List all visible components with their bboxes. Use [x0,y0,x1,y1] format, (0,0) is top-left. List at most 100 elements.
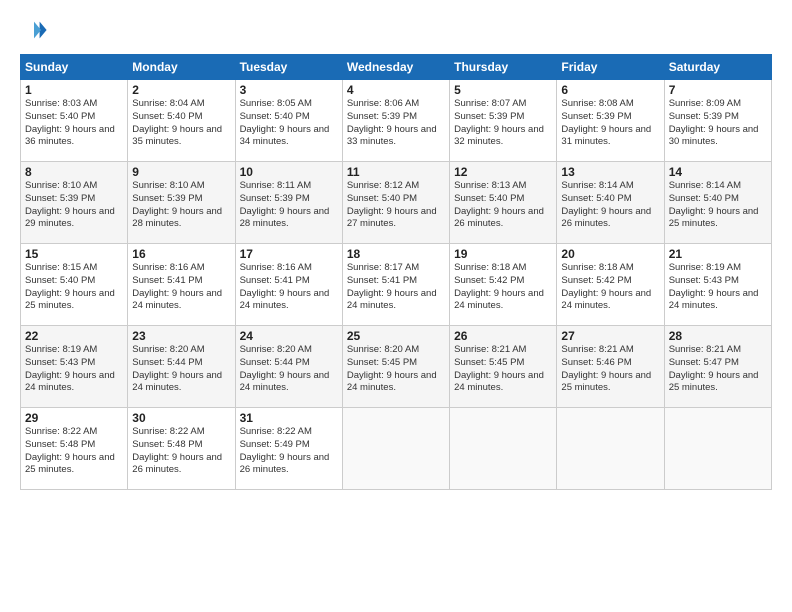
weekday-header-monday: Monday [128,55,235,80]
calendar-cell: 16 Sunrise: 8:16 AMSunset: 5:41 PMDaylig… [128,244,235,326]
day-info: Sunrise: 8:17 AMSunset: 5:41 PMDaylight:… [347,262,437,311]
calendar-cell: 23 Sunrise: 8:20 AMSunset: 5:44 PMDaylig… [128,326,235,408]
calendar-cell: 21 Sunrise: 8:19 AMSunset: 5:43 PMDaylig… [664,244,771,326]
weekday-header-wednesday: Wednesday [342,55,449,80]
day-number: 29 [25,411,123,425]
day-info: Sunrise: 8:19 AMSunset: 5:43 PMDaylight:… [25,344,115,393]
day-info: Sunrise: 8:18 AMSunset: 5:42 PMDaylight:… [561,262,651,311]
day-info: Sunrise: 8:08 AMSunset: 5:39 PMDaylight:… [561,98,651,147]
day-info: Sunrise: 8:15 AMSunset: 5:40 PMDaylight:… [25,262,115,311]
day-info: Sunrise: 8:22 AMSunset: 5:48 PMDaylight:… [132,426,222,475]
day-info: Sunrise: 8:21 AMSunset: 5:46 PMDaylight:… [561,344,651,393]
day-number: 21 [669,247,767,261]
calendar-week-5: 29 Sunrise: 8:22 AMSunset: 5:48 PMDaylig… [21,408,772,490]
calendar-cell: 25 Sunrise: 8:20 AMSunset: 5:45 PMDaylig… [342,326,449,408]
calendar-cell: 17 Sunrise: 8:16 AMSunset: 5:41 PMDaylig… [235,244,342,326]
day-number: 8 [25,165,123,179]
day-info: Sunrise: 8:16 AMSunset: 5:41 PMDaylight:… [240,262,330,311]
calendar-cell: 30 Sunrise: 8:22 AMSunset: 5:48 PMDaylig… [128,408,235,490]
day-info: Sunrise: 8:14 AMSunset: 5:40 PMDaylight:… [561,180,651,229]
day-info: Sunrise: 8:05 AMSunset: 5:40 PMDaylight:… [240,98,330,147]
calendar-cell: 29 Sunrise: 8:22 AMSunset: 5:48 PMDaylig… [21,408,128,490]
day-number: 24 [240,329,338,343]
day-number: 25 [347,329,445,343]
calendar-cell: 3 Sunrise: 8:05 AMSunset: 5:40 PMDayligh… [235,80,342,162]
day-info: Sunrise: 8:20 AMSunset: 5:45 PMDaylight:… [347,344,437,393]
calendar-cell: 4 Sunrise: 8:06 AMSunset: 5:39 PMDayligh… [342,80,449,162]
day-number: 12 [454,165,552,179]
calendar-table: SundayMondayTuesdayWednesdayThursdayFrid… [20,54,772,490]
logo [20,16,50,44]
calendar-cell: 14 Sunrise: 8:14 AMSunset: 5:40 PMDaylig… [664,162,771,244]
day-number: 23 [132,329,230,343]
weekday-header-tuesday: Tuesday [235,55,342,80]
calendar-cell: 9 Sunrise: 8:10 AMSunset: 5:39 PMDayligh… [128,162,235,244]
day-number: 7 [669,83,767,97]
day-info: Sunrise: 8:16 AMSunset: 5:41 PMDaylight:… [132,262,222,311]
calendar-week-4: 22 Sunrise: 8:19 AMSunset: 5:43 PMDaylig… [21,326,772,408]
day-number: 18 [347,247,445,261]
day-info: Sunrise: 8:04 AMSunset: 5:40 PMDaylight:… [132,98,222,147]
day-info: Sunrise: 8:18 AMSunset: 5:42 PMDaylight:… [454,262,544,311]
day-number: 13 [561,165,659,179]
day-number: 15 [25,247,123,261]
calendar-cell: 20 Sunrise: 8:18 AMSunset: 5:42 PMDaylig… [557,244,664,326]
day-number: 30 [132,411,230,425]
day-number: 2 [132,83,230,97]
calendar-cell: 1 Sunrise: 8:03 AMSunset: 5:40 PMDayligh… [21,80,128,162]
day-info: Sunrise: 8:20 AMSunset: 5:44 PMDaylight:… [132,344,222,393]
day-number: 22 [25,329,123,343]
day-number: 17 [240,247,338,261]
calendar-cell: 8 Sunrise: 8:10 AMSunset: 5:39 PMDayligh… [21,162,128,244]
day-info: Sunrise: 8:22 AMSunset: 5:49 PMDaylight:… [240,426,330,475]
calendar-cell: 27 Sunrise: 8:21 AMSunset: 5:46 PMDaylig… [557,326,664,408]
day-number: 16 [132,247,230,261]
day-info: Sunrise: 8:14 AMSunset: 5:40 PMDaylight:… [669,180,759,229]
day-info: Sunrise: 8:10 AMSunset: 5:39 PMDaylight:… [132,180,222,229]
day-number: 5 [454,83,552,97]
calendar-cell: 19 Sunrise: 8:18 AMSunset: 5:42 PMDaylig… [450,244,557,326]
calendar-cell: 28 Sunrise: 8:21 AMSunset: 5:47 PMDaylig… [664,326,771,408]
day-info: Sunrise: 8:21 AMSunset: 5:45 PMDaylight:… [454,344,544,393]
calendar-cell: 13 Sunrise: 8:14 AMSunset: 5:40 PMDaylig… [557,162,664,244]
day-number: 10 [240,165,338,179]
calendar-cell: 10 Sunrise: 8:11 AMSunset: 5:39 PMDaylig… [235,162,342,244]
calendar-cell: 24 Sunrise: 8:20 AMSunset: 5:44 PMDaylig… [235,326,342,408]
day-number: 27 [561,329,659,343]
weekday-header-friday: Friday [557,55,664,80]
logo-icon [20,16,48,44]
day-info: Sunrise: 8:07 AMSunset: 5:39 PMDaylight:… [454,98,544,147]
calendar-cell: 2 Sunrise: 8:04 AMSunset: 5:40 PMDayligh… [128,80,235,162]
calendar-cell: 6 Sunrise: 8:08 AMSunset: 5:39 PMDayligh… [557,80,664,162]
calendar-week-3: 15 Sunrise: 8:15 AMSunset: 5:40 PMDaylig… [21,244,772,326]
calendar-cell: 15 Sunrise: 8:15 AMSunset: 5:40 PMDaylig… [21,244,128,326]
calendar-week-1: 1 Sunrise: 8:03 AMSunset: 5:40 PMDayligh… [21,80,772,162]
day-info: Sunrise: 8:11 AMSunset: 5:39 PMDaylight:… [240,180,330,229]
day-number: 4 [347,83,445,97]
calendar-week-2: 8 Sunrise: 8:10 AMSunset: 5:39 PMDayligh… [21,162,772,244]
calendar-cell [342,408,449,490]
day-info: Sunrise: 8:06 AMSunset: 5:39 PMDaylight:… [347,98,437,147]
calendar-cell [664,408,771,490]
day-info: Sunrise: 8:10 AMSunset: 5:39 PMDaylight:… [25,180,115,229]
day-info: Sunrise: 8:20 AMSunset: 5:44 PMDaylight:… [240,344,330,393]
day-info: Sunrise: 8:21 AMSunset: 5:47 PMDaylight:… [669,344,759,393]
header [20,16,772,44]
day-info: Sunrise: 8:13 AMSunset: 5:40 PMDaylight:… [454,180,544,229]
day-number: 3 [240,83,338,97]
calendar-header-row: SundayMondayTuesdayWednesdayThursdayFrid… [21,55,772,80]
day-number: 9 [132,165,230,179]
day-number: 20 [561,247,659,261]
day-info: Sunrise: 8:19 AMSunset: 5:43 PMDaylight:… [669,262,759,311]
day-number: 31 [240,411,338,425]
calendar-cell: 5 Sunrise: 8:07 AMSunset: 5:39 PMDayligh… [450,80,557,162]
page: SundayMondayTuesdayWednesdayThursdayFrid… [0,0,792,612]
calendar-cell [450,408,557,490]
calendar-cell: 18 Sunrise: 8:17 AMSunset: 5:41 PMDaylig… [342,244,449,326]
day-info: Sunrise: 8:22 AMSunset: 5:48 PMDaylight:… [25,426,115,475]
calendar-cell: 26 Sunrise: 8:21 AMSunset: 5:45 PMDaylig… [450,326,557,408]
weekday-header-saturday: Saturday [664,55,771,80]
calendar-cell: 31 Sunrise: 8:22 AMSunset: 5:49 PMDaylig… [235,408,342,490]
day-info: Sunrise: 8:09 AMSunset: 5:39 PMDaylight:… [669,98,759,147]
day-number: 28 [669,329,767,343]
